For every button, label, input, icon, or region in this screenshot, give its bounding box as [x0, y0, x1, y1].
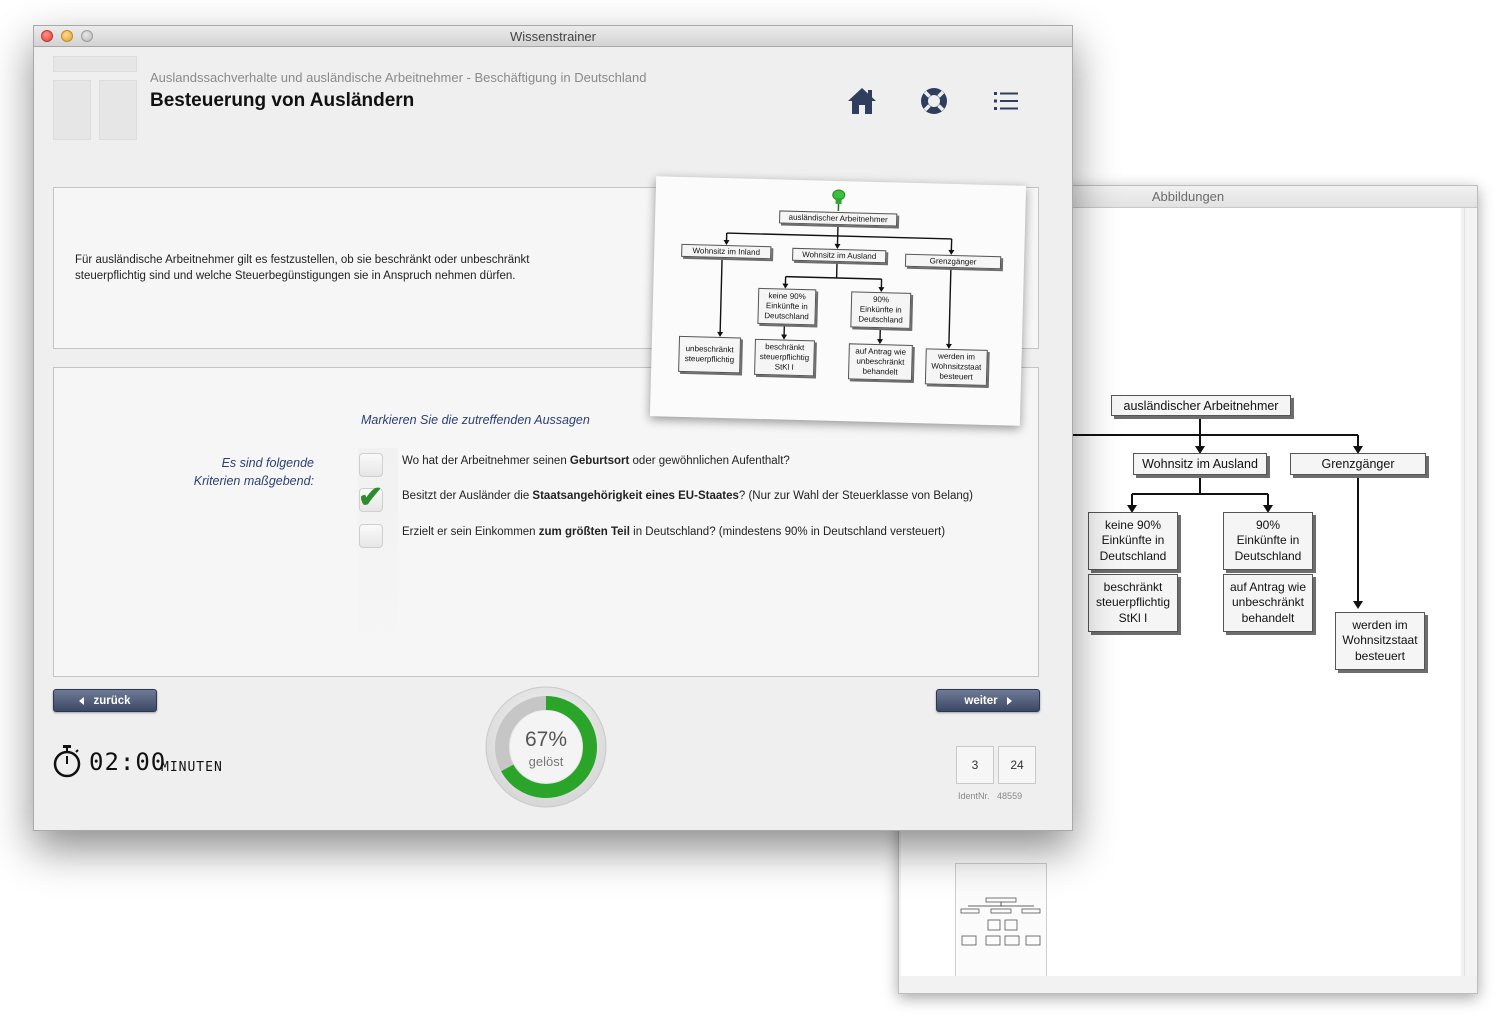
- figure-node-grenzgaenger: Grenzgänger: [904, 253, 1002, 270]
- timer-value: 02:00: [89, 748, 167, 776]
- title-bar: Wissenstrainer: [34, 26, 1072, 47]
- app-logo-block-left: [53, 80, 91, 140]
- back-button[interactable]: zurück: [53, 689, 157, 712]
- figure-node-inland: Wohnsitz im Inland: [681, 243, 772, 260]
- checkmark-icon: ✔: [358, 481, 384, 514]
- abbildungen-node-ausland: Wohnsitz im Ausland: [1133, 453, 1267, 475]
- option-2-text-pre: Besitzt der Ausländer die: [402, 490, 533, 502]
- figure-result-unbeschraenkt: unbeschränkt steuerpflichtig: [678, 335, 742, 374]
- option-3-text: Erzielt er sein Einkommen zum größten Te…: [402, 524, 1002, 540]
- ident-value: 48559: [997, 791, 1023, 801]
- help-lifebuoy-icon: [921, 88, 947, 114]
- progress-percent: 67%: [524, 728, 568, 751]
- figure-result-beschraenkt: beschränkt steuerpflichtig StKl I: [754, 338, 815, 377]
- figure-node-90: 90% Einkünfte in Deutschland: [850, 291, 912, 329]
- home-icon: [848, 88, 876, 114]
- question-instruction: Markieren Sie die zutreffenden Aussagen: [361, 413, 590, 427]
- option-1-text: Wo hat der Arbeitnehmer seinen Geburtsor…: [402, 453, 1002, 469]
- figure-result-antrag: auf Antrag wie unbeschränkt behandelt: [847, 343, 913, 381]
- progress-gauge: 67% gelöst: [485, 686, 607, 808]
- option-2-checkbox[interactable]: ✔: [358, 483, 383, 513]
- figure-node-keine-90: keine 90% Einkünfte in Deutschland: [757, 287, 817, 326]
- figure-thumbnail[interactable]: [955, 863, 1047, 976]
- intro-text: Für ausländische Arbeitnehmer gilt es fe…: [75, 254, 530, 282]
- option-2-text-bold: Staatsangehörigkeit eines EU-Staates: [532, 490, 739, 502]
- abbildungen-node-keine-90: keine 90% Einkünfte in Deutschland: [1088, 512, 1178, 570]
- abbildungen-result-wohnsitzstaat: werden im Wohnsitzstaat besteuert: [1335, 612, 1425, 670]
- thumbnail-image: [956, 864, 1046, 976]
- abbildungen-root-node: ausländischer Arbeitnehmer: [1111, 395, 1291, 416]
- list-menu-icon: [994, 92, 1018, 110]
- option-3-checkbox[interactable]: [359, 524, 383, 548]
- abbildungen-result-beschraenkt: beschränkt steuerpflichtig StKl I: [1088, 574, 1178, 632]
- chevron-right-icon: [1006, 696, 1012, 705]
- menu-button[interactable]: [989, 84, 1023, 118]
- option-3-text-bold: zum größten Teil: [538, 526, 630, 538]
- abbildungen-node-grenzgaenger: Grenzgänger: [1290, 453, 1426, 475]
- option-3-text-post: in Deutschland? (mindestens 90% in Deuts…: [629, 526, 946, 538]
- option-2-text-post: ? (Nur zur Wahl der Steuerklasse von Bel…: [738, 490, 974, 502]
- stopwatch-icon: [52, 744, 82, 783]
- figure-result-wohnsitzstaat: werden im Wohnsitzstaat besteuert: [924, 348, 988, 386]
- option-3-text-pre: Erzielt er sein Einkommen: [402, 526, 539, 538]
- option-1-checkbox[interactable]: [359, 453, 383, 477]
- breadcrumb: Auslandssachverhalte und ausländische Ar…: [150, 70, 647, 85]
- figure-node-ausland: Wohnsitz im Ausland: [792, 247, 887, 264]
- counter-total: 24: [998, 746, 1036, 784]
- help-button[interactable]: [917, 84, 951, 118]
- page-title: Besteuerung von Ausländern: [150, 90, 415, 111]
- criteria-label: Es sind folgende Kriterien maßgebend:: [193, 456, 314, 488]
- progress-label: gelöst: [528, 754, 564, 769]
- option-1-text-pre: Wo hat der Arbeitnehmer seinen: [402, 455, 570, 467]
- app-logo: [53, 56, 137, 72]
- figure-card[interactable]: ausländischer Arbeitnehmer Wohnsitz im I…: [649, 176, 1027, 426]
- abbildungen-node-90: 90% Einkünfte in Deutschland: [1223, 512, 1313, 570]
- main-window: Wissenstrainer Auslandssachverhalte und …: [33, 25, 1073, 831]
- home-button[interactable]: [845, 84, 879, 118]
- app-logo-block-right: [99, 80, 137, 140]
- option-1-text-post: oder gewöhnlichen Aufenthalt?: [629, 455, 790, 467]
- counter-current: 3: [956, 746, 994, 784]
- option-1-text-bold: Geburtsort: [569, 455, 630, 467]
- ident-number: IdentNr. 48559: [958, 791, 1022, 801]
- ident-label: IdentNr.: [958, 791, 990, 801]
- next-button[interactable]: weiter: [936, 689, 1040, 712]
- pushpin-icon: [832, 189, 846, 211]
- back-label: zurück: [93, 694, 131, 707]
- abbildungen-scrollbar[interactable]: [1464, 208, 1477, 976]
- chevron-left-icon: [79, 696, 85, 705]
- checkbox-column: [358, 448, 398, 658]
- timer-unit: MINUTEN: [161, 760, 223, 775]
- option-2-text: Besitzt der Ausländer die Staatsangehöri…: [402, 488, 1002, 504]
- abbildungen-result-antrag: auf Antrag wie unbeschränkt behandelt: [1223, 574, 1313, 632]
- next-label: weiter: [964, 694, 998, 707]
- window-title: Wissenstrainer: [510, 29, 596, 44]
